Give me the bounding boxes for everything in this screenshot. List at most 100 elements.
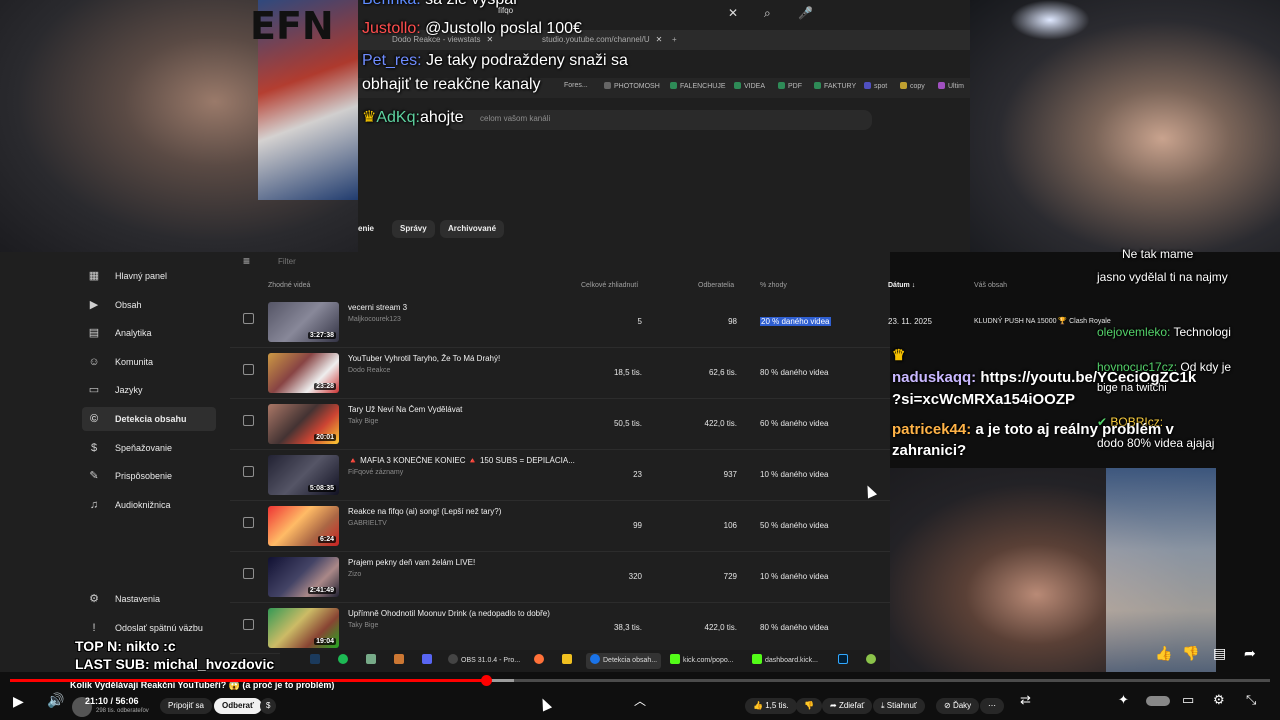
sidebar-item-settings[interactable]: ⚙ Nastavenia	[82, 587, 216, 611]
column-header-match[interactable]: % zhody	[760, 282, 787, 289]
video-title[interactable]: Upřímně Ohodnotil Moonuv Drink (a nedopa…	[348, 609, 608, 618]
row-checkbox[interactable]	[243, 619, 254, 630]
video-title[interactable]: Tary Už Neví Na Čem Vydělávat	[348, 405, 608, 414]
chevron-up-icon[interactable]: ︿	[634, 692, 646, 709]
channel-search-bar[interactable]: celom vašom kanáli	[448, 110, 872, 130]
table-row[interactable]: 5:08:35 🔺 MAFIA 3 KONEČNE KONIEC 🔺 150 S…	[230, 451, 890, 501]
video-thumbnail[interactable]: 5:08:35	[268, 455, 339, 495]
like-icon[interactable]: 👍	[1155, 645, 1172, 662]
dislike-button[interactable]: 👎	[796, 698, 822, 714]
sidebar-item-content[interactable]: ▶ Obsah	[82, 293, 216, 317]
discord-icon[interactable]	[422, 653, 435, 669]
table-row[interactable]: 20:01 Tary Už Neví Na Čem Vydělávat Taky…	[230, 400, 890, 450]
video-thumbnail[interactable]: 3:27:38	[268, 302, 339, 342]
new-tab-icon[interactable]: +	[658, 33, 677, 49]
scrubber-handle[interactable]	[481, 675, 493, 686]
clear-search-icon[interactable]: ✕	[728, 6, 738, 20]
table-row[interactable]: 6:24 Reakce na fifqo (ai) song! (Lepší n…	[230, 502, 890, 552]
row-checkbox[interactable]	[243, 466, 254, 477]
fullscreen-icon[interactable]: ⤡	[1246, 692, 1256, 708]
sidebar-item-monetization[interactable]: $ Speňažovanie	[82, 436, 216, 460]
video-title[interactable]: 🔺 MAFIA 3 KONEČNE KONIEC 🔺 150 SUBS = DE…	[348, 456, 608, 465]
bookmark[interactable]: PDF	[778, 82, 802, 90]
video-thumbnail[interactable]: 2:41:49	[268, 557, 339, 597]
play-icon[interactable]: ▶	[13, 693, 24, 710]
download-button[interactable]: ⤓ Stiahnuť	[873, 698, 925, 714]
chip[interactable]: enie	[350, 220, 382, 238]
video-thumbnail[interactable]: 19:04	[268, 608, 339, 648]
app-icon[interactable]	[394, 653, 407, 669]
thanks-button[interactable]: ⊘ Ďaky	[936, 698, 980, 714]
photoshop-icon[interactable]	[838, 653, 851, 669]
sidebar-item-analytics[interactable]: ▤ Analytika	[82, 321, 216, 345]
column-header-date[interactable]: Dátum ↓	[888, 282, 915, 289]
video-title[interactable]: YouTuber Vyhrotil Taryho, Že To Má Drahý…	[348, 354, 608, 363]
comments-icon[interactable]: ▤	[1213, 645, 1226, 662]
row-checkbox[interactable]	[243, 517, 254, 528]
sidebar-item-content-detection[interactable]: © Detekcia obsahu	[82, 407, 216, 431]
bookmark[interactable]: FALENCHUJE	[670, 82, 726, 90]
super-thanks-dollar-icon[interactable]: $	[260, 698, 277, 714]
bookmark[interactable]: VIDEA	[734, 82, 765, 90]
sidebar-item-languages[interactable]: ▭ Jazyky	[82, 378, 216, 402]
taskbar-item-kick-dashboard[interactable]: dashboard.kick...	[752, 653, 818, 669]
sidebar-item-feedback[interactable]: ! Odoslať spätnú väzbu	[82, 616, 216, 640]
settings-icon[interactable]: ⚙	[1213, 692, 1225, 708]
video-thumbnail[interactable]: 23:28	[268, 353, 339, 393]
microphone-icon[interactable]: 🎤	[798, 6, 813, 20]
autoplay-toggle[interactable]	[1146, 696, 1170, 706]
chip-archivovane[interactable]: Archivované	[440, 220, 505, 238]
share-arrow-icon[interactable]: ➦	[1244, 645, 1256, 662]
bookmark[interactable]: Ultim	[938, 82, 964, 90]
steam-icon[interactable]	[310, 653, 323, 669]
row-checkbox[interactable]	[243, 415, 254, 426]
app-icon[interactable]	[562, 653, 575, 669]
join-button[interactable]: Pripojiť sa	[160, 698, 212, 714]
autoplay-icon[interactable]: ⇄	[1020, 692, 1031, 708]
firefox-icon[interactable]	[534, 653, 547, 669]
sidebar-item-community[interactable]: ☺ Komunita	[82, 350, 216, 374]
more-actions-button[interactable]: ⋯	[980, 698, 1004, 714]
taskbar-item-kick[interactable]: kick.com/popo...	[670, 653, 734, 669]
bookmark[interactable]: PHOTOMOSH	[604, 82, 660, 90]
table-row[interactable]: 2:41:49 Prajem pekny deň vam želám LIVE!…	[230, 553, 890, 603]
row-checkbox[interactable]	[243, 313, 254, 324]
bookmark[interactable]: spot	[864, 82, 887, 90]
filter-icon[interactable]: ≡	[243, 254, 250, 268]
sidebar-item-dashboard[interactable]: ▦ Hlavný panel	[82, 264, 216, 288]
table-row[interactable]: 19:04 Upřímně Ohodnotil Moonuv Drink (a …	[230, 604, 890, 654]
taskbar-item-obs[interactable]: OBS 31.0.4 - Pro...	[448, 653, 520, 669]
sidebar-item-customization[interactable]: ✎ Prispôsobenie	[82, 464, 216, 488]
dislike-icon[interactable]: 👎	[1182, 645, 1199, 662]
app-icon[interactable]	[366, 653, 379, 669]
video-title[interactable]: Reakce na fifqo (ai) song! (Lepší než ta…	[348, 507, 608, 516]
search-icon[interactable]: ⌕	[764, 6, 771, 21]
taskbar-item-chrome[interactable]: Detekcia obsah...	[586, 653, 662, 669]
spotify-icon[interactable]	[338, 653, 351, 669]
share-button[interactable]: ➦ Zdieľať	[822, 698, 873, 714]
video-thumbnail[interactable]: 20:01	[268, 404, 339, 444]
app-icon[interactable]	[866, 653, 879, 669]
column-header-views[interactable]: Celkové zhliadnutí	[581, 282, 638, 289]
volume-icon[interactable]: 🔊	[47, 692, 64, 709]
row-checkbox[interactable]	[243, 568, 254, 579]
sparkle-icon[interactable]: ✦	[1118, 692, 1129, 708]
column-header-subscribers[interactable]: Odberatelia	[698, 282, 734, 289]
video-title[interactable]: vecerni stream 3	[348, 303, 608, 312]
progress-bar[interactable]	[10, 675, 1270, 686]
bookmark[interactable]: copy	[900, 82, 925, 90]
table-row[interactable]: 3:27:38 vecerni stream 3 Maljkocourek123…	[230, 298, 1111, 348]
table-row[interactable]: 23:28 YouTuber Vyhrotil Taryho, Že To Má…	[230, 349, 890, 399]
chip-spravy[interactable]: Správy	[392, 220, 435, 238]
sidebar-item-audio-library[interactable]: ♫ Audioknižnica	[82, 493, 216, 517]
like-button[interactable]: 👍 1,5 tis.	[745, 698, 797, 714]
video-thumbnail[interactable]: 6:24	[268, 506, 339, 546]
row-checkbox[interactable]	[243, 364, 254, 375]
bookmark[interactable]: Fores...	[564, 82, 588, 89]
video-title[interactable]: Prajem pekny deň vam želám LIVE!	[348, 558, 608, 567]
subscribe-button[interactable]: Odberať	[214, 698, 262, 714]
thanks-icon: ⊘	[944, 701, 951, 710]
bookmark-icon	[938, 82, 945, 89]
bookmark[interactable]: FAKTURY	[814, 82, 856, 90]
subtitles-icon[interactable]: ▭	[1182, 692, 1194, 708]
